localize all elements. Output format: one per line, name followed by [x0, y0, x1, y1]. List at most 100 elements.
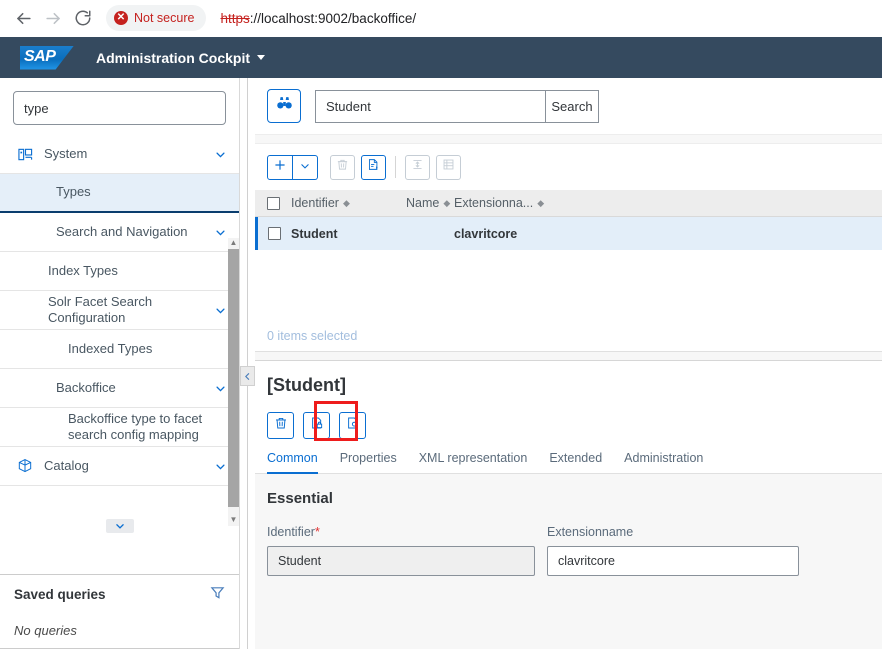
url-scheme: https	[220, 10, 250, 26]
plus-icon	[274, 158, 286, 176]
toolbar-separator	[395, 156, 396, 178]
sap-logo-text: SAP	[24, 47, 56, 65]
extensionname-field[interactable]: clavritcore	[547, 546, 799, 576]
search-input-group: Student Search	[315, 89, 599, 123]
sidebar-item-system[interactable]: System	[0, 135, 239, 174]
form-field-identifier: Identifier* Student	[267, 525, 535, 576]
identifier-field[interactable]: Student	[267, 546, 535, 576]
sidebar-search-input[interactable]	[13, 91, 226, 125]
sidebar-item-search-and-navigation[interactable]: Search and Navigation	[0, 213, 239, 252]
tab-administration[interactable]: Administration	[624, 451, 703, 473]
column-header-identifier[interactable]: Identifier ◆	[291, 196, 406, 210]
chevron-down-icon	[300, 158, 310, 176]
saved-queries-empty: No queries	[0, 613, 239, 649]
form-label: Identifier*	[267, 525, 535, 539]
chevron-down-icon	[211, 461, 229, 472]
sort-icon[interactable]: ◆	[343, 199, 350, 208]
section-separator	[255, 351, 882, 361]
sidebar-item-label: Types	[56, 184, 91, 200]
column-settings-button[interactable]	[436, 154, 461, 180]
preview-button[interactable]	[339, 411, 366, 439]
sort-icon[interactable]: ◆	[443, 199, 450, 208]
sidebar-item-indexed-types[interactable]: Indexed Types	[0, 330, 239, 369]
sap-logo: SAP	[20, 45, 74, 70]
funnel-icon[interactable]	[210, 585, 225, 603]
sidebar-item-label: Backoffice type to facet search config m…	[68, 410, 203, 442]
not-secure-icon: ✕	[114, 11, 128, 25]
form-grid: Identifier* Student Extensionname clavri…	[255, 525, 882, 576]
navigation-tree: System Types Search and Navigation Index…	[0, 135, 239, 574]
forward-button[interactable]	[38, 3, 68, 33]
system-icon	[12, 147, 38, 162]
column-header-label: Identifier	[291, 196, 339, 210]
row-checkbox[interactable]	[258, 227, 291, 240]
sidebar-search-wrap	[0, 78, 239, 135]
clone-button[interactable]	[303, 411, 330, 439]
reload-button[interactable]	[68, 3, 98, 33]
collapse-rows-button[interactable]	[405, 154, 430, 180]
table-header: Identifier ◆ Name ◆ Extensionna... ◆	[255, 190, 882, 217]
sidebar-item-catalog[interactable]: Catalog	[0, 447, 239, 486]
sidebar-item-backoffice-type-to-facet-search-config-mapping[interactable]: Backoffice type to facet search config m…	[0, 408, 239, 447]
saved-queries-title: Saved queries	[14, 586, 106, 602]
detail-action-bar	[255, 396, 882, 442]
column-header-extensionname[interactable]: Extensionna... ◆	[454, 196, 882, 210]
search-input[interactable]: Student	[315, 89, 545, 123]
sidebar-item-label: Index Types	[48, 262, 118, 278]
url-text: https://localhost:9002/backoffice/	[220, 11, 416, 26]
selection-status: 0 items selected	[267, 329, 358, 343]
reload-icon	[74, 9, 92, 27]
column-header-name[interactable]: Name ◆	[406, 196, 454, 210]
app-title-menu[interactable]: Administration Cockpit	[96, 50, 266, 66]
create-button[interactable]	[267, 154, 293, 180]
tab-properties[interactable]: Properties	[340, 451, 397, 473]
tab-xml-representation[interactable]: XML representation	[419, 451, 528, 473]
table-row[interactable]: Student clavritcore	[255, 217, 882, 250]
binoculars-icon	[276, 95, 293, 117]
saved-queries-panel: Saved queries No queries	[0, 574, 239, 649]
back-button[interactable]	[8, 3, 38, 33]
preview-search-icon	[346, 416, 360, 435]
chevron-down-icon	[211, 383, 229, 394]
arrow-left-icon	[14, 9, 33, 28]
navigation-tree-scroll: System Types Search and Navigation Index…	[0, 135, 239, 574]
tab-extended[interactable]: Extended	[549, 451, 602, 473]
scroll-down-arrow-icon[interactable]: ▼	[228, 515, 239, 526]
tab-common[interactable]: Common	[267, 451, 318, 474]
panel-splitter[interactable]	[240, 78, 255, 649]
security-badge[interactable]: ✕ Not secure	[106, 5, 207, 31]
arrow-right-icon	[44, 9, 63, 28]
form-area: Essential Identifier* Student Extensionn…	[255, 474, 882, 649]
column-header-label: Extensionna...	[454, 196, 534, 210]
list-toolbar	[255, 144, 882, 190]
splitter-collapse-button[interactable]	[240, 366, 255, 386]
cell-identifier: Student	[291, 226, 338, 241]
sidebar-item-solr-facet-search-configuration[interactable]: Solr Facet Search Configuration	[0, 291, 239, 330]
form-label: Extensionname	[547, 525, 634, 539]
trash-icon	[336, 158, 349, 176]
sidebar-item-label: System	[44, 145, 88, 161]
delete-button[interactable]	[267, 411, 294, 439]
url-rest: ://localhost:9002/backoffice/	[249, 10, 417, 26]
select-all-checkbox[interactable]	[255, 196, 291, 210]
create-dropdown-button[interactable]	[293, 154, 318, 180]
export-button[interactable]	[361, 154, 386, 180]
search-button[interactable]: Search	[545, 89, 599, 123]
sidebar-item-index-types[interactable]: Index Types	[0, 252, 239, 291]
advanced-search-button[interactable]	[267, 89, 301, 123]
sidebar-item-backoffice[interactable]: Backoffice	[0, 369, 239, 408]
sidebar-item-label: Backoffice	[56, 379, 116, 395]
sidebar-scrollbar[interactable]: ▲ ▼	[228, 238, 239, 526]
form-section-title: Essential	[267, 490, 333, 507]
delete-button[interactable]	[330, 154, 355, 180]
scroll-up-arrow-icon[interactable]: ▲	[228, 238, 239, 249]
tree-collapse-handle[interactable]	[106, 519, 134, 533]
sidebar: System Types Search and Navigation Index…	[0, 78, 240, 649]
export-file-icon	[367, 158, 380, 176]
scrollbar-thumb[interactable]	[228, 249, 239, 507]
address-bar[interactable]: ✕ Not secure https://localhost:9002/back…	[106, 4, 874, 32]
browser-toolbar: ✕ Not secure https://localhost:9002/back…	[0, 0, 882, 37]
sort-icon[interactable]: ◆	[537, 199, 544, 208]
shell-header: SAP Administration Cockpit	[0, 37, 882, 78]
sidebar-item-types[interactable]: Types	[0, 174, 239, 213]
